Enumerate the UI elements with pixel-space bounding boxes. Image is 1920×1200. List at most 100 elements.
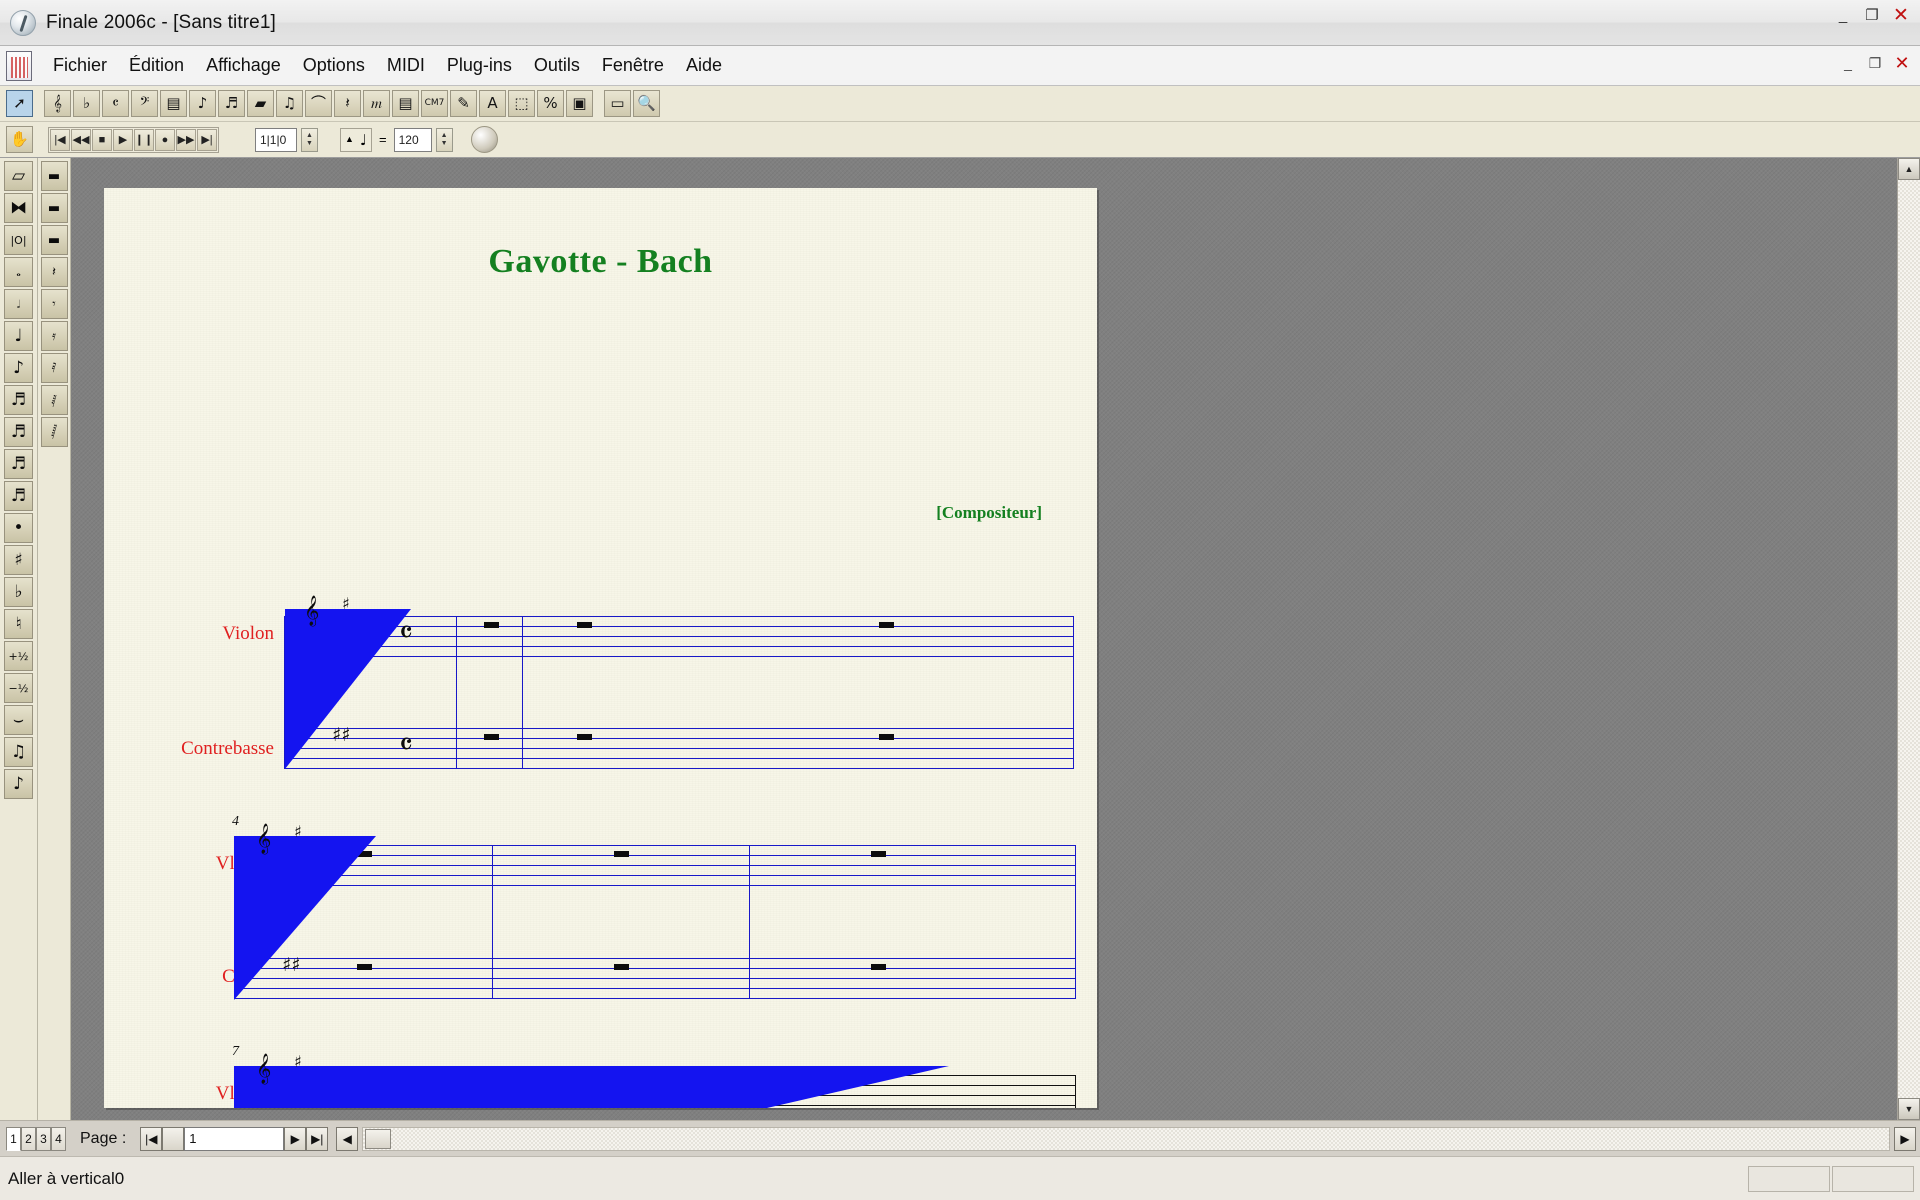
sixty-fourth-note-button[interactable]: ♬ (4, 449, 33, 479)
next-page-button[interactable]: ▶ (284, 1126, 307, 1151)
slur-tool-button[interactable]: ⌒ (305, 90, 332, 117)
hand-tool-button[interactable]: ✋ (6, 126, 33, 153)
flat-button[interactable]: ♭ (4, 577, 33, 607)
page-tab-3[interactable]: 3 (36, 1126, 51, 1151)
half-rest-button[interactable]: ▬ (40, 225, 68, 255)
zoom-tool-button[interactable]: 🔍 (633, 90, 660, 117)
page-tab-2[interactable]: 2 (21, 1126, 36, 1151)
page-layout-tool-button[interactable]: ▣ (566, 90, 593, 117)
articulation-tool-button[interactable]: 𝄽 (334, 90, 361, 117)
expression-tool-button[interactable]: 𝆐 (363, 90, 390, 117)
thirty-second-note-button[interactable]: ♬ (4, 417, 33, 447)
first-page-button[interactable]: |◀ (140, 1126, 163, 1151)
hscroll-right-button[interactable]: ▶ (1894, 1126, 1916, 1151)
quarter-rest-button[interactable]: 𝄽 (40, 257, 68, 287)
menu-fichier[interactable]: Fichier (42, 50, 118, 81)
vertical-scrollbar[interactable]: ▲ ▼ (1897, 158, 1920, 1120)
score-page[interactable]: Gavotte - Bach [Compositeur] Violon Cont… (104, 188, 1097, 1108)
record-button[interactable]: ● (155, 128, 175, 151)
vertical-scroll-track[interactable] (1898, 180, 1920, 1098)
natural-button[interactable]: ♮ (4, 609, 33, 639)
text-tool-button[interactable]: A (479, 90, 506, 117)
menu-affichage[interactable]: Affichage (195, 50, 292, 81)
prev-page-button[interactable] (162, 1126, 185, 1151)
augmentation-dot-button[interactable]: • (4, 513, 33, 543)
graphics-tool-button[interactable]: ⬚ (508, 90, 535, 117)
double-whole-alt-button[interactable]: ⧓ (4, 193, 33, 223)
score-viewport[interactable]: Gavotte - Bach [Compositeur] Violon Cont… (71, 158, 1897, 1120)
sixteenth-note-button[interactable]: ♬ (4, 385, 33, 415)
sharp-button[interactable]: ♯ (4, 545, 33, 575)
time-signature-tool-button[interactable]: 𝄴 (102, 90, 129, 117)
menu-plugins[interactable]: Plug-ins (436, 50, 523, 81)
eighth-note-button[interactable]: ♪ (4, 353, 33, 383)
whole-rest-button[interactable]: ▬ (40, 193, 68, 223)
menu-fenetre[interactable]: Fenêtre (591, 50, 675, 81)
half-note-button[interactable]: 𝅗𝅥 (4, 289, 33, 319)
pause-button[interactable]: ❙❙ (134, 128, 154, 151)
restore-button[interactable]: ❐ (1859, 4, 1885, 26)
grace-note-button[interactable]: ♪ (4, 769, 33, 799)
document-icon[interactable] (6, 50, 32, 81)
doc-close-button[interactable]: ✕ (1890, 52, 1914, 74)
doc-restore-button[interactable]: ❐ (1863, 52, 1887, 74)
page-view-tool-button[interactable]: ▭ (604, 90, 631, 117)
percent-repeat-tool-button[interactable]: % (537, 90, 564, 117)
go-to-end-button[interactable]: ▶| (197, 128, 217, 151)
measure-beat-display[interactable]: 1|1|0 (255, 127, 297, 152)
page-tab-4[interactable]: 4 (51, 1126, 66, 1151)
sixty-fourth-rest-button[interactable]: 𝅁 (40, 385, 68, 415)
close-button[interactable]: ✕ (1888, 4, 1914, 26)
back-button[interactable]: ◀ (336, 1126, 359, 1151)
page-tab-1[interactable]: 1 (6, 1126, 21, 1151)
horizontal-scroll-thumb[interactable] (365, 1128, 392, 1149)
metronome-icon[interactable] (470, 126, 498, 153)
measure-tool-button[interactable]: ▤ (160, 90, 187, 117)
hundred-twenty-eighth-rest-button[interactable]: 𝅂 (40, 417, 68, 447)
raise-half-step-button[interactable]: +½ (4, 641, 33, 671)
menu-aide[interactable]: Aide (675, 50, 733, 81)
simple-entry-tool-button[interactable]: ♪ (189, 90, 216, 117)
go-to-start-button[interactable]: |◀ (50, 128, 70, 151)
page-number-input[interactable]: 1 (184, 1126, 285, 1151)
scroll-up-button[interactable]: ▲ (1898, 158, 1920, 180)
sixteenth-rest-button[interactable]: 𝄿 (40, 321, 68, 351)
fast-forward-button[interactable]: ▶▶ (176, 128, 196, 151)
hyperscribe-tool-button[interactable]: ▰ (247, 90, 274, 117)
selection-tool-button[interactable]: ➚ (6, 90, 33, 117)
lower-half-step-button[interactable]: −½ (4, 673, 33, 703)
minimize-button[interactable]: _ (1830, 4, 1856, 26)
menu-edition[interactable]: Édition (118, 50, 195, 81)
breve-bracket-button[interactable]: |O| (4, 225, 33, 255)
tie-button[interactable]: ⌣ (4, 705, 33, 735)
tuplet-tool-button[interactable]: ♫ (276, 90, 303, 117)
measure-beat-spinner[interactable]: ▲ ▼ (301, 127, 318, 152)
whole-note-button[interactable]: 𝅝 (4, 257, 33, 287)
rewind-button[interactable]: ◀◀ (71, 128, 91, 151)
key-signature-tool-button[interactable]: ♭ (73, 90, 100, 117)
menu-midi[interactable]: MIDI (376, 50, 436, 81)
scroll-down-button[interactable]: ▼ (1898, 1098, 1920, 1120)
thirty-second-rest-button[interactable]: 𝅀 (40, 353, 68, 383)
smart-shape-tool-button[interactable]: ✎ (450, 90, 477, 117)
menu-options[interactable]: Options (292, 50, 376, 81)
breve-rest-button[interactable]: ▬ (40, 161, 68, 191)
play-button[interactable]: ▶ (113, 128, 133, 151)
menu-outils[interactable]: Outils (523, 50, 591, 81)
breve-note-button[interactable]: ▱ (4, 161, 33, 191)
beam-button[interactable]: ♫ (4, 737, 33, 767)
horizontal-scroll-track[interactable] (362, 1126, 1890, 1151)
doc-minimize-button[interactable]: _ (1836, 52, 1860, 74)
last-page-button[interactable]: ▶| (306, 1126, 329, 1151)
tempo-spinner[interactable]: ▲ ▼ (435, 127, 453, 152)
quarter-note-button[interactable]: ♩ (4, 321, 33, 351)
staff-list-tool-button[interactable]: ▤ (392, 90, 419, 117)
speedy-entry-tool-button[interactable]: ♬ (218, 90, 245, 117)
chord-tool-button[interactable]: CM7 (421, 90, 448, 117)
eighth-rest-button[interactable]: 𝄾 (40, 289, 68, 319)
stop-button[interactable]: ■ (92, 128, 112, 151)
hundred-twenty-eighth-note-button[interactable]: ♬ (4, 481, 33, 511)
clef-tool-button[interactable]: 𝄢 (131, 90, 158, 117)
tempo-value-field[interactable]: 120 (393, 127, 432, 152)
staff-tool-button[interactable]: 𝄞 (44, 90, 71, 117)
